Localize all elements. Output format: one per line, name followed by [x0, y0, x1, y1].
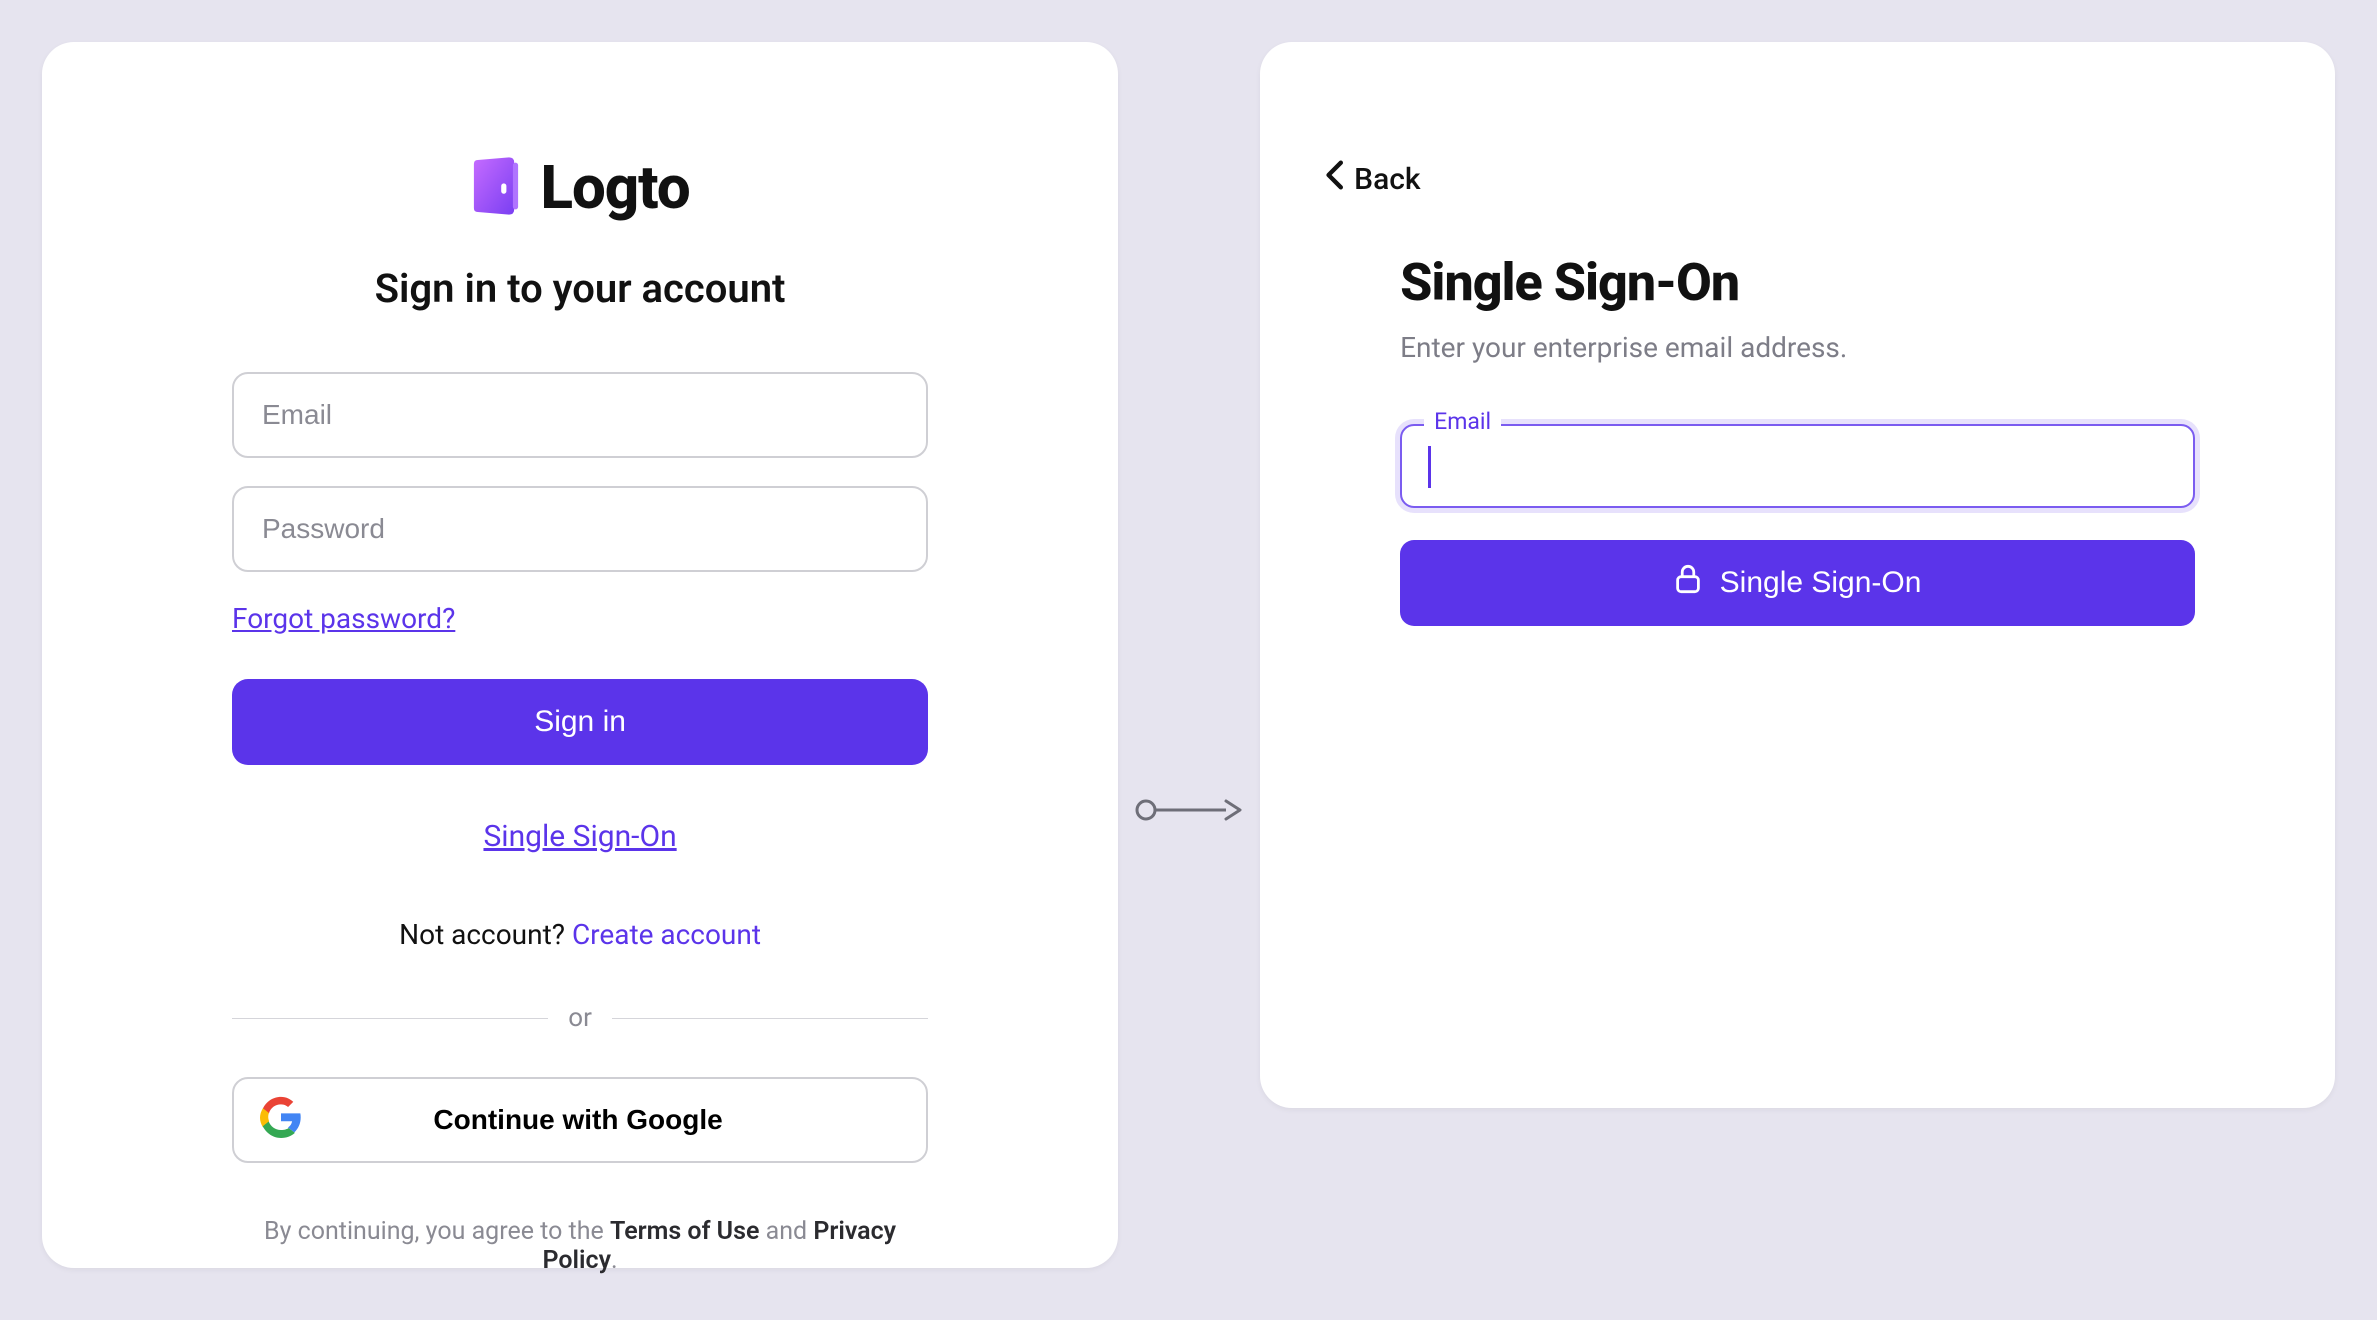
signin-title: Sign in to your account [232, 265, 928, 312]
logto-logo-icon [470, 157, 522, 219]
sso-submit-button[interactable]: Single Sign-On [1400, 540, 2195, 626]
sso-email-field[interactable] [1400, 424, 2195, 508]
sso-title: Single Sign-On [1400, 252, 2195, 313]
divider-line [232, 1018, 548, 1019]
google-button-label: Continue with Google [256, 1104, 900, 1136]
legal-suffix: . [611, 1246, 618, 1275]
divider-label: or [568, 1003, 592, 1033]
create-account-link[interactable]: Create account [572, 918, 761, 951]
continue-with-google-button[interactable]: Continue with Google [232, 1077, 928, 1163]
back-label: Back [1354, 162, 1420, 197]
sso-subtitle: Enter your enterprise email address. [1400, 331, 2195, 364]
legal-text: By continuing, you agree to the Terms of… [232, 1217, 928, 1275]
password-field[interactable] [232, 486, 928, 572]
terms-of-use-link[interactable]: Terms of Use [610, 1217, 759, 1246]
sso-card: Back Single Sign-On Enter your enterpris… [1260, 42, 2335, 1108]
back-button[interactable]: Back [1324, 160, 1420, 198]
flow-arrow-icon [1134, 793, 1244, 827]
create-account-line: Not account? Create account [232, 918, 928, 951]
brand: Logto [232, 152, 928, 223]
no-account-text: Not account? [399, 918, 572, 951]
signin-card: Logto Sign in to your account Forgot pas… [42, 42, 1118, 1268]
chevron-left-icon [1324, 160, 1344, 198]
signin-button[interactable]: Sign in [232, 679, 928, 765]
sso-link[interactable]: Single Sign-On [232, 819, 928, 854]
legal-mid: and [759, 1217, 813, 1246]
legal-prefix: By continuing, you agree to the [264, 1217, 610, 1246]
lock-icon [1674, 564, 1702, 602]
sso-email-wrapper: Email [1400, 424, 2195, 508]
sso-button-label: Single Sign-On [1720, 566, 1922, 600]
divider-line [612, 1018, 928, 1019]
email-field[interactable] [232, 372, 928, 458]
brand-name: Logto [540, 152, 689, 223]
divider: or [232, 1003, 928, 1033]
text-caret-icon [1428, 446, 1431, 488]
sso-email-label: Email [1424, 408, 1501, 435]
forgot-password-link[interactable]: Forgot password? [232, 602, 455, 635]
